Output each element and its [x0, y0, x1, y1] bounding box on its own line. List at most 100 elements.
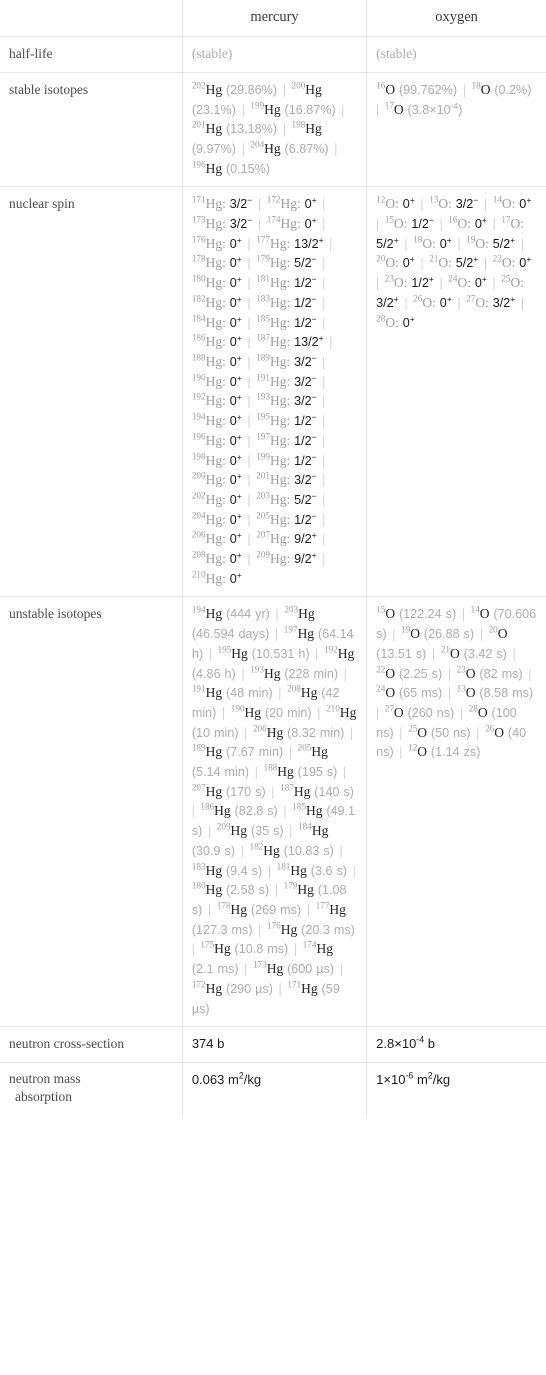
- spin-colon: :: [432, 294, 440, 310]
- spin-colon: :: [222, 196, 230, 212]
- isotope-separator: |: [416, 255, 428, 271]
- isotope-separator: |: [243, 235, 255, 251]
- isotope-abundance: (16.87%): [284, 102, 336, 117]
- element-symbol: O: [479, 606, 490, 622]
- isotope-entry: 193Hg (228 min): [250, 664, 338, 680]
- isotope-entry: 174Hg: 0+: [267, 215, 317, 231]
- isotope-separator: |: [318, 354, 326, 369]
- nuclear-spin-value: 0+: [229, 530, 242, 547]
- nuclear-spin-value: 0+: [474, 214, 487, 232]
- element-symbol: Hg: [269, 432, 287, 448]
- isotope-mass-number: 206: [252, 723, 267, 734]
- element-symbol: O: [393, 101, 404, 117]
- isotope-mass-number: 182: [191, 293, 206, 304]
- isotope-symbol: 204Hg: [250, 140, 280, 156]
- isotope-symbol: 208Hg: [192, 550, 222, 566]
- isotope-separator: |: [264, 862, 275, 878]
- isotope-mass-number: 205: [297, 742, 312, 753]
- cell-nuclear-spin-oxygen: 12O: 0+ | 13O: 3/2− | 14O: 0+ | 15O: 1/2…: [366, 186, 546, 598]
- isotope-mass-number: 19: [401, 624, 411, 635]
- isotope-symbol: 184Hg: [298, 822, 328, 838]
- isotope-symbol: 25O: [408, 724, 427, 740]
- isotope-entry: 195Hg: 1/2−: [256, 411, 317, 429]
- isotope-half-life: (170 s): [225, 784, 266, 799]
- isotope-half-life: (9.4 s): [225, 863, 263, 878]
- isotope-symbol: 171Hg: [287, 980, 317, 996]
- isotope-half-life: (444 yr): [225, 607, 270, 622]
- unstable-isotopes-oxygen-list: 15O (122.24 s) | 14O (70.606 s) | 19O (2…: [376, 605, 536, 759]
- isotope-entry: 194Hg: 0+: [192, 412, 242, 428]
- element-symbol: O: [385, 81, 396, 97]
- spin-colon: :: [222, 216, 230, 232]
- isotope-entry: 184Hg: 0+: [192, 314, 242, 330]
- element-symbol: Hg: [269, 413, 287, 429]
- ncs-ox-tail: b: [424, 1036, 435, 1052]
- element-symbol: Hg: [214, 941, 231, 957]
- isotope-separator: |: [488, 275, 500, 291]
- spin-colon: :: [286, 334, 295, 350]
- nuclear-spin-value: 3/2−: [229, 195, 253, 212]
- isotope-entry: 177Hg: 13/2+: [256, 234, 323, 251]
- spin-parity: +: [236, 352, 242, 363]
- isotope-separator: |: [318, 275, 326, 291]
- column-header-oxygen: oxygen: [366, 0, 546, 38]
- spin-parity: +: [236, 431, 242, 442]
- spin-parity: −: [311, 372, 317, 383]
- isotope-symbol: 202Hg: [192, 491, 222, 507]
- isotope-half-life: (127.3 ms): [191, 922, 253, 937]
- element-symbol: O: [475, 294, 486, 310]
- element-symbol: Hg: [205, 882, 223, 898]
- spin-parity: +: [236, 451, 242, 462]
- element-symbol: Hg: [269, 393, 287, 409]
- isotope-separator: |: [336, 961, 343, 977]
- element-symbol: Hg: [329, 901, 346, 917]
- isotope-mass-number: 174: [302, 939, 317, 950]
- isotope-mass-number: 172: [266, 194, 281, 205]
- isotope-half-life: (2.25 s): [398, 666, 443, 681]
- isotope-mass-number: 179: [256, 253, 270, 264]
- isotope-separator: |: [340, 665, 347, 681]
- isotope-entry: 28O: 0+: [376, 314, 415, 330]
- element-symbol: O: [465, 665, 476, 681]
- isotope-mass-number: 27: [384, 703, 394, 714]
- isotope-symbol: 197Hg: [256, 432, 287, 448]
- isotope-separator: |: [243, 472, 255, 488]
- isotope-mass-number: 209: [256, 549, 270, 560]
- element-symbol: Hg: [311, 744, 328, 760]
- element-symbol: O: [497, 626, 508, 642]
- spin-colon: :: [485, 235, 493, 251]
- isotope-mass-number: 26: [485, 723, 495, 734]
- isotope-separator: |: [318, 413, 326, 429]
- spin-colon: :: [222, 570, 230, 586]
- header-corner-cell: [0, 0, 182, 37]
- isotope-entry: 208Hg: 0+: [192, 549, 242, 566]
- element-symbol: Hg: [205, 81, 223, 97]
- isotope-mass-number: 203: [256, 490, 270, 501]
- isotope-entry: 190Hg: 0+: [192, 373, 242, 389]
- element-symbol: Hg: [205, 121, 223, 137]
- element-symbol: Hg: [205, 744, 223, 760]
- spin-colon: :: [222, 452, 230, 468]
- spin-parity: +: [236, 549, 242, 560]
- element-symbol: O: [510, 216, 521, 232]
- isotope-entry: 194Hg (444 yr): [192, 605, 270, 622]
- isotope-mass-number: 20: [488, 624, 498, 635]
- isotope-entry: 190Hg (20 min): [231, 704, 312, 720]
- nma-ox-base: 1×10: [376, 1072, 406, 1088]
- isotope-separator: |: [459, 81, 470, 97]
- element-symbol: Hg: [269, 511, 287, 527]
- isotope-separator: |: [318, 314, 326, 330]
- isotope-mass-number: 186: [191, 332, 206, 343]
- isotope-mass-number: 177: [256, 234, 270, 245]
- isotope-symbol: 189Hg: [192, 743, 223, 760]
- isotope-symbol: 207Hg: [256, 530, 286, 546]
- nuclear-spin-value: 1/2−: [294, 411, 317, 429]
- isotope-mass-number: 12: [376, 194, 386, 205]
- nuclear-spin-value: 0+: [229, 392, 242, 409]
- nuclear-spin-value: 9/2+: [294, 549, 317, 567]
- nuclear-spin-value: 0+: [304, 195, 317, 212]
- nuclear-spin-value: 13/2+: [294, 333, 324, 350]
- isotope-separator: |: [254, 216, 265, 232]
- isotope-entry: 198Hg: 0+: [192, 451, 242, 468]
- isotope-separator: |: [480, 196, 491, 212]
